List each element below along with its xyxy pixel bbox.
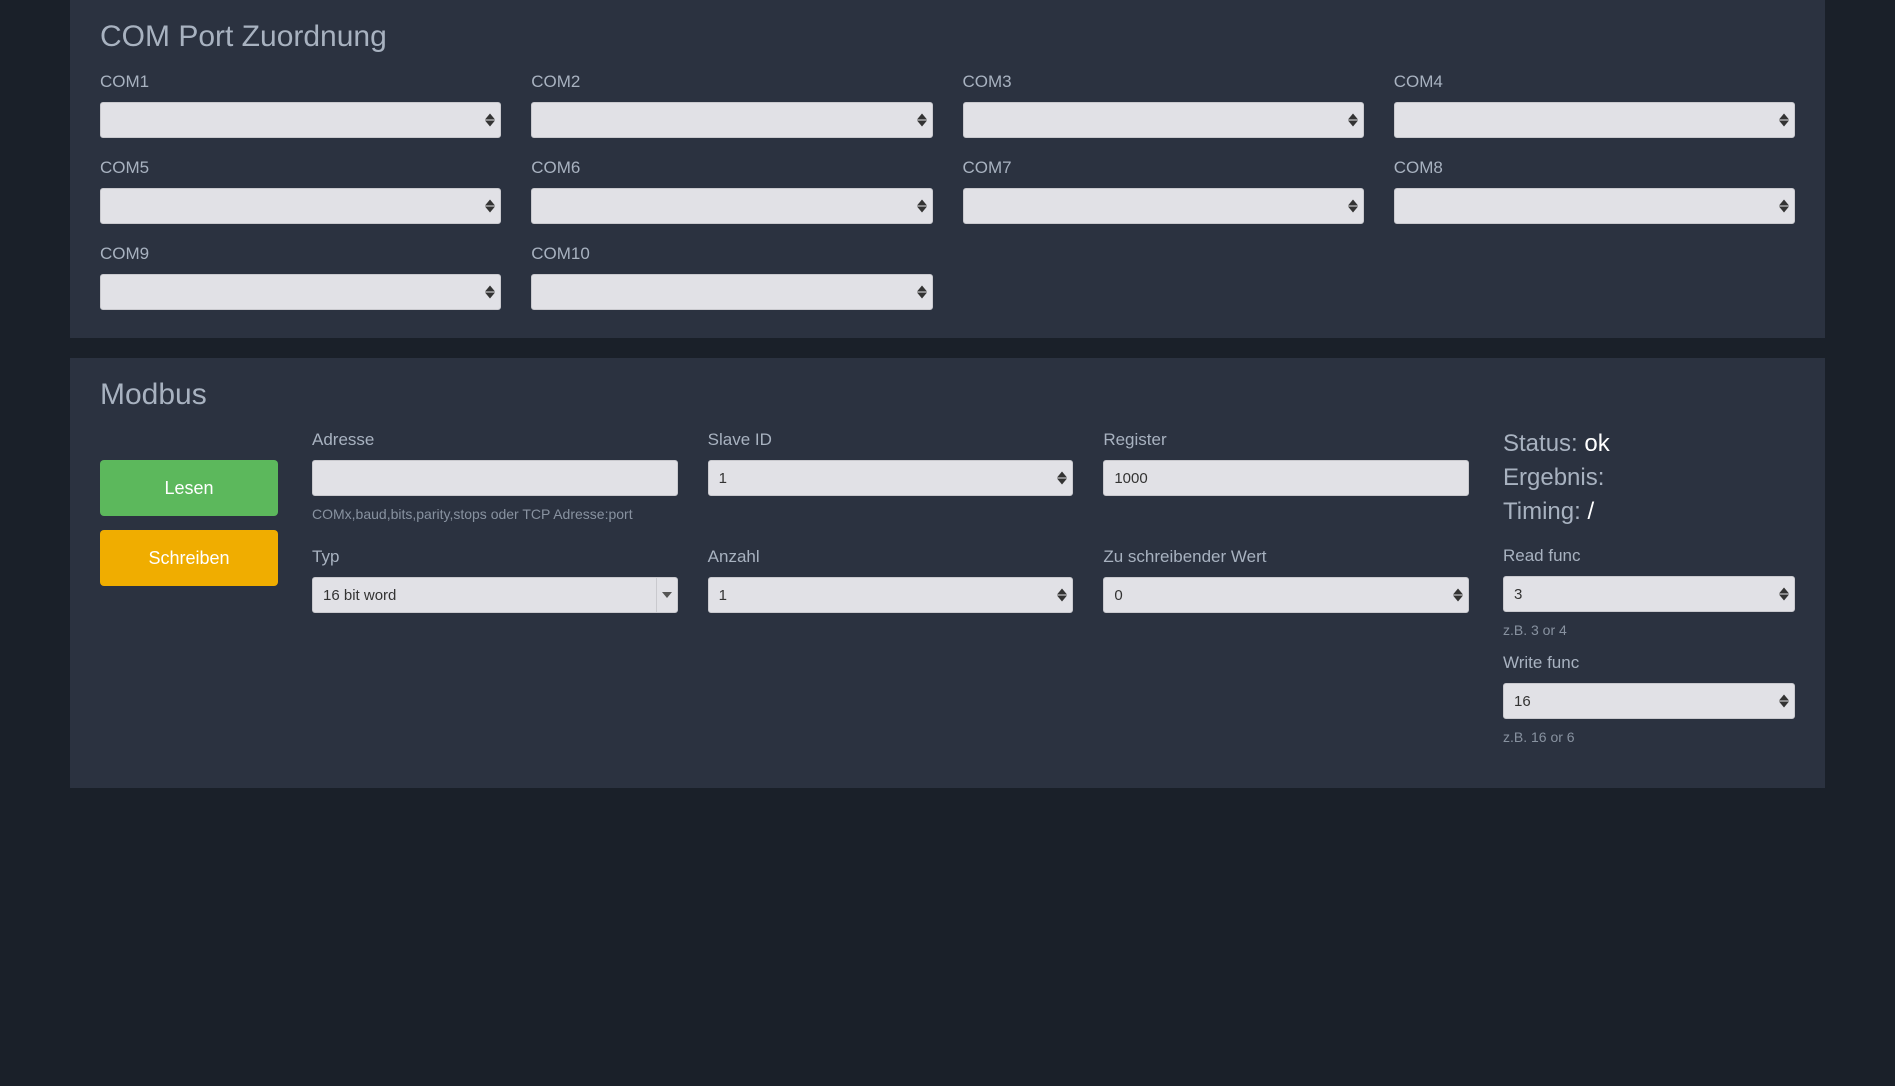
com3-input[interactable] xyxy=(963,102,1364,138)
status-line: Status: ok xyxy=(1503,430,1795,458)
type-label: Typ xyxy=(312,547,678,567)
result-label: Ergebnis: xyxy=(1503,464,1604,491)
timing-value: / xyxy=(1587,498,1594,525)
write-value-field: Zu schreibender Wert xyxy=(1103,547,1469,613)
com6-input[interactable] xyxy=(531,188,932,224)
com8-field: COM8 xyxy=(1394,158,1795,224)
slave-id-field: Slave ID xyxy=(708,430,1074,525)
read-func-label: Read func xyxy=(1503,546,1795,566)
com6-label: COM6 xyxy=(531,158,932,178)
register-label: Register xyxy=(1103,430,1469,450)
register-field: Register xyxy=(1103,430,1469,525)
modbus-panel: Modbus Lesen Schreiben Adresse COMx,baud… xyxy=(70,358,1825,788)
com2-label: COM2 xyxy=(531,72,932,92)
com4-label: COM4 xyxy=(1394,72,1795,92)
read-func-help: z.B. 3 or 4 xyxy=(1503,620,1795,641)
com10-input[interactable] xyxy=(531,274,932,310)
write-value-label: Zu schreibender Wert xyxy=(1103,547,1469,567)
com1-label: COM1 xyxy=(100,72,501,92)
read-func-field: Read func z.B. 3 or 4 xyxy=(1503,546,1795,641)
com9-field: COM9 xyxy=(100,244,501,310)
com2-field: COM2 xyxy=(531,72,932,138)
com1-field: COM1 xyxy=(100,72,501,138)
modbus-side: Status: ok Ergebnis: Timing: / Read func xyxy=(1503,430,1795,760)
com2-input[interactable] xyxy=(531,102,932,138)
slave-id-input[interactable] xyxy=(708,460,1074,496)
modbus-buttons: Lesen Schreiben xyxy=(100,460,278,586)
address-help: COMx,baud,bits,parity,stops oder TCP Adr… xyxy=(312,504,678,525)
com4-field: COM4 xyxy=(1394,72,1795,138)
com8-label: COM8 xyxy=(1394,158,1795,178)
com-port-title: COM Port Zuordnung xyxy=(100,20,1795,54)
write-func-label: Write func xyxy=(1503,653,1795,673)
com10-field: COM10 xyxy=(531,244,932,310)
com5-input[interactable] xyxy=(100,188,501,224)
com7-input[interactable] xyxy=(963,188,1364,224)
write-func-help: z.B. 16 or 6 xyxy=(1503,727,1795,748)
type-field: Typ xyxy=(312,547,678,613)
count-label: Anzahl xyxy=(708,547,1074,567)
com9-label: COM9 xyxy=(100,244,501,264)
timing-line: Timing: / xyxy=(1503,498,1795,526)
com-port-panel: COM Port Zuordnung COM1 COM2 xyxy=(70,0,1825,338)
write-func-field: Write func z.B. 16 or 6 xyxy=(1503,653,1795,748)
register-input[interactable] xyxy=(1103,460,1469,496)
status-value: ok xyxy=(1584,430,1609,457)
com10-label: COM10 xyxy=(531,244,932,264)
write-button[interactable]: Schreiben xyxy=(100,530,278,586)
com7-field: COM7 xyxy=(963,158,1364,224)
com-port-grid: COM1 COM2 COM3 xyxy=(100,72,1795,310)
status-label: Status: xyxy=(1503,430,1578,457)
timing-label: Timing: xyxy=(1503,498,1581,525)
write-func-input[interactable] xyxy=(1503,683,1795,719)
result-line: Ergebnis: xyxy=(1503,464,1795,492)
com5-field: COM5 xyxy=(100,158,501,224)
address-input[interactable] xyxy=(312,460,678,496)
read-button[interactable]: Lesen xyxy=(100,460,278,516)
address-field: Adresse COMx,baud,bits,parity,stops oder… xyxy=(312,430,678,525)
write-value-input[interactable] xyxy=(1103,577,1469,613)
com3-field: COM3 xyxy=(963,72,1364,138)
address-label: Adresse xyxy=(312,430,678,450)
modbus-title: Modbus xyxy=(100,378,1795,412)
com7-label: COM7 xyxy=(963,158,1364,178)
com4-input[interactable] xyxy=(1394,102,1795,138)
com1-input[interactable] xyxy=(100,102,501,138)
count-field: Anzahl xyxy=(708,547,1074,613)
com6-field: COM6 xyxy=(531,158,932,224)
read-func-input[interactable] xyxy=(1503,576,1795,612)
type-select[interactable] xyxy=(312,577,678,613)
modbus-inputs: Adresse COMx,baud,bits,parity,stops oder… xyxy=(312,430,1469,613)
com5-label: COM5 xyxy=(100,158,501,178)
com3-label: COM3 xyxy=(963,72,1364,92)
count-input[interactable] xyxy=(708,577,1074,613)
slave-id-label: Slave ID xyxy=(708,430,1074,450)
com9-input[interactable] xyxy=(100,274,501,310)
com8-input[interactable] xyxy=(1394,188,1795,224)
